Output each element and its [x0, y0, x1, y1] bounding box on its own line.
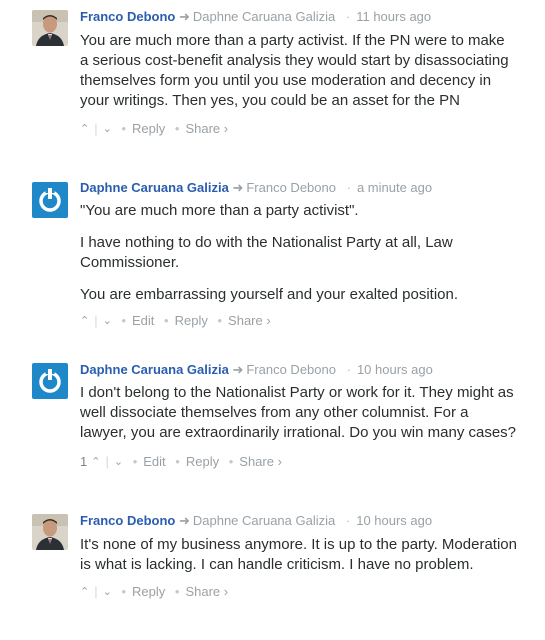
comment-text: It's none of my business anymore. It is …: [80, 535, 517, 575]
share-link[interactable]: Share ›: [239, 454, 282, 470]
downvote-icon[interactable]: ⌄: [103, 121, 112, 137]
reply-link[interactable]: Reply: [186, 454, 219, 470]
reply-to-name[interactable]: Daphne Caruana Galizia: [193, 513, 335, 528]
user-photo-icon: [32, 514, 68, 550]
comment-header: Franco Debono ➜ Daphne Caruana Galizia · 1…: [80, 512, 517, 530]
timestamp[interactable]: 11 hours ago: [356, 9, 431, 24]
user-photo-icon: [32, 10, 68, 46]
upvote-icon[interactable]: ⌃: [91, 454, 100, 470]
reply-arrow-icon: ➜: [232, 362, 244, 377]
separator-dot: ·: [345, 513, 351, 528]
comment-text: I don't belong to the Nationalist Party …: [80, 383, 517, 443]
comment-actions: ⌃ | ⌄ • Reply • Share ›: [80, 583, 229, 600]
separator-dot: ·: [345, 9, 351, 24]
separator-bullet: •: [121, 120, 127, 136]
reply-link[interactable]: Reply: [132, 121, 165, 137]
comment-text: "You are much more than a party activist…: [80, 201, 517, 305]
reply-to-name[interactable]: Franco Debono: [246, 362, 336, 377]
upvote-count: 1: [80, 453, 88, 469]
separator-bullet: •: [121, 583, 127, 599]
separator-bullet: •: [174, 583, 180, 599]
comment-paragraph: You are embarrassing yourself and your e…: [80, 286, 459, 303]
comment-header: Daphne Caruana Galizia ➜ Franco Debono · a…: [80, 179, 517, 197]
comment-actions: ⌃ | ⌄ • Edit • Reply • Share ›: [80, 312, 271, 329]
comment-actions: 1 ⌃ | ⌄ • Edit • Reply • Share ›: [80, 453, 282, 470]
author-name[interactable]: Daphne Caruana Galizia: [80, 362, 229, 377]
separator-bullet: •: [175, 453, 180, 469]
comment-text: You are much more than a party activist.…: [80, 31, 517, 111]
reply-link[interactable]: Reply: [132, 584, 165, 600]
comment-paragraph: It's none of my business anymore. It is …: [80, 536, 517, 573]
separator-dot: ·: [346, 362, 351, 377]
reply-arrow-icon: ➜: [178, 513, 190, 528]
separator-bullet: •: [228, 453, 234, 469]
edit-link[interactable]: Edit: [143, 454, 165, 470]
separator-bullet: •: [217, 312, 223, 328]
reply-arrow-icon: ➜: [232, 180, 244, 195]
avatar[interactable]: [32, 514, 68, 550]
upvote-icon[interactable]: ⌃: [80, 121, 89, 137]
comment-actions: ⌃ | ⌄ • Reply • Share ›: [80, 120, 229, 137]
comment-paragraph: You are much more than a party activist.…: [80, 32, 509, 109]
timestamp[interactable]: 10 hours ago: [356, 513, 432, 528]
share-link[interactable]: Share ›: [185, 584, 228, 600]
avatar[interactable]: [32, 363, 68, 399]
author-name[interactable]: Daphne Caruana Galizia: [80, 180, 229, 195]
upvote-icon[interactable]: ⌃: [80, 313, 89, 329]
reply-to-name[interactable]: Franco Debono: [246, 180, 336, 195]
author-name[interactable]: Franco Debono: [80, 9, 175, 24]
share-link[interactable]: Share ›: [185, 121, 228, 137]
comment-header: Daphne Caruana Galizia ➜ Franco Debono · 1…: [80, 361, 517, 379]
edit-link[interactable]: Edit: [132, 313, 154, 329]
downvote-icon[interactable]: ⌄: [103, 584, 112, 600]
author-name[interactable]: Franco Debono: [80, 513, 175, 528]
upvote-icon[interactable]: ⌃: [80, 584, 89, 600]
comment-paragraph: I don't belong to the Nationalist Party …: [80, 384, 517, 441]
downvote-icon[interactable]: ⌄: [103, 313, 112, 329]
reply-link[interactable]: Reply: [175, 313, 208, 329]
avatar[interactable]: [32, 10, 68, 46]
share-link[interactable]: Share ›: [228, 313, 271, 329]
separator-bullet: •: [132, 453, 138, 469]
avatar[interactable]: [32, 182, 68, 218]
comment-header: Franco Debono ➜ Daphne Caruana Galizia · 1…: [80, 8, 517, 26]
reply-arrow-icon: ➜: [178, 9, 190, 24]
comment-paragraph: "You are much more than a party activist…: [80, 202, 359, 219]
separator-bullet: •: [164, 312, 169, 328]
user-logo-icon: [32, 182, 68, 218]
timestamp[interactable]: 10 hours ago: [357, 362, 433, 377]
separator-bullet: •: [174, 120, 180, 136]
comment-paragraph: I have nothing to do with the Nationalis…: [80, 234, 453, 271]
downvote-icon[interactable]: ⌄: [114, 454, 123, 470]
separator-bullet: •: [121, 312, 127, 328]
separator-dot: ·: [346, 180, 351, 195]
reply-to-name[interactable]: Daphne Caruana Galizia: [193, 9, 335, 24]
timestamp[interactable]: a minute ago: [357, 180, 432, 195]
user-logo-icon: [32, 363, 68, 399]
